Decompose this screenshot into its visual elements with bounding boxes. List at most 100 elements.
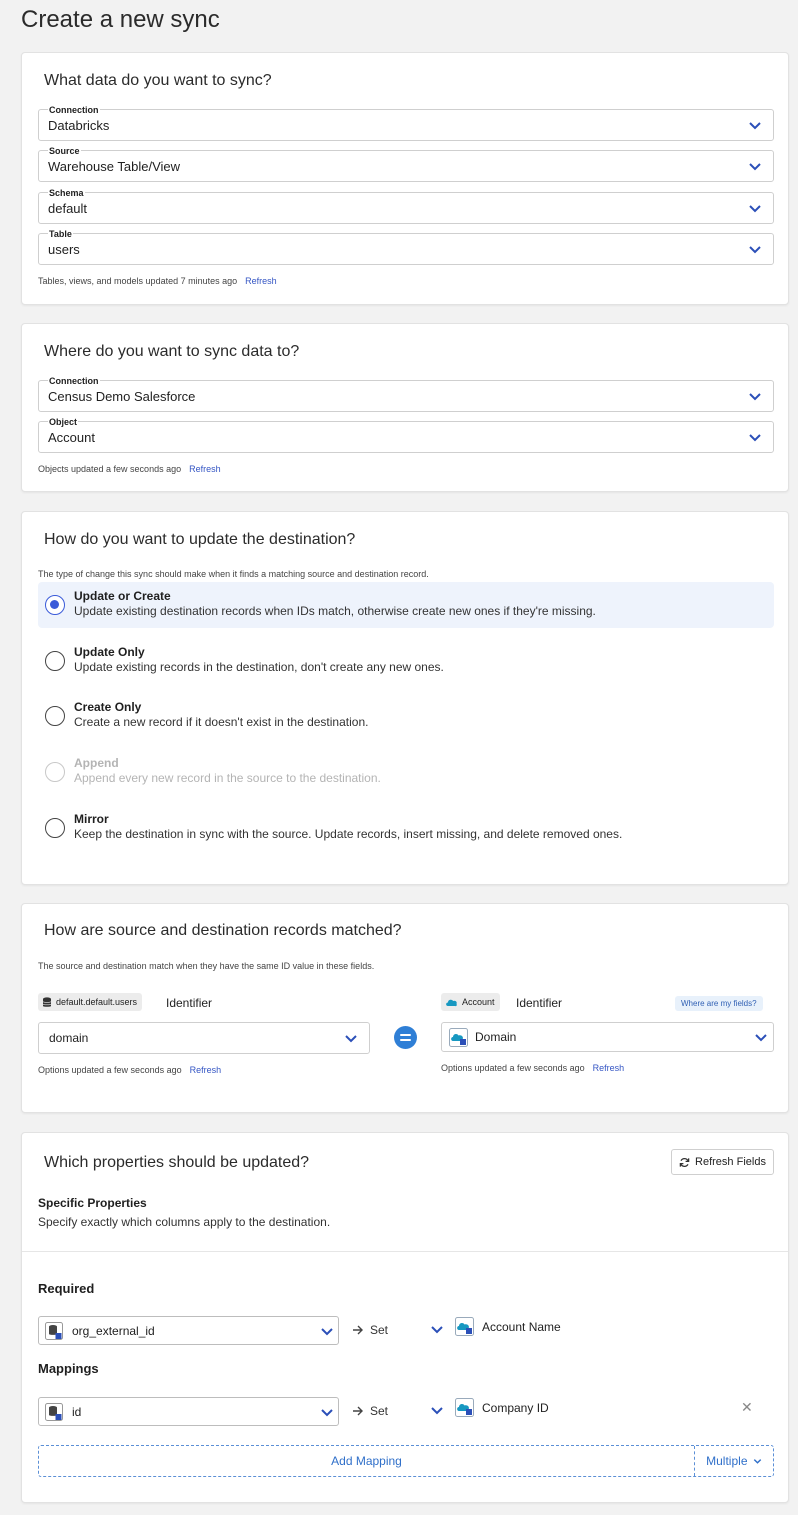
salesforce-field-icon	[455, 1317, 474, 1336]
card-title: How are source and destination records m…	[44, 922, 402, 939]
meta-text: Options updated a few seconds ago	[38, 1065, 182, 1075]
mapping-source-select[interactable]: id	[38, 1397, 339, 1426]
dest-connection-select[interactable]: Connection Census Demo Salesforce	[38, 376, 774, 412]
source-card: What data do you want to sync? Connectio…	[21, 52, 789, 305]
refresh-fields-button[interactable]: Refresh Fields	[671, 1149, 774, 1175]
dest-options-meta: Options updated a few seconds ago Refresh	[441, 1063, 624, 1073]
page-title: Create a new sync	[21, 6, 220, 33]
field-value: Census Demo Salesforce	[48, 389, 196, 404]
chevron-down-icon[interactable]	[430, 1325, 444, 1335]
option-create-only[interactable]: Create Only Create a new record if it do…	[38, 693, 774, 739]
salesforce-cloud-icon	[446, 999, 457, 1006]
multiple-dropdown-button[interactable]: Multiple	[695, 1446, 773, 1476]
set-operation: Set	[352, 1323, 388, 1337]
column-icon	[45, 1403, 63, 1421]
radio[interactable]	[45, 818, 65, 838]
option-title: Append	[74, 756, 119, 770]
option-desc: Update existing destination records when…	[74, 604, 596, 618]
option-desc: Append every new record in the source to…	[74, 771, 381, 785]
chevron-down-icon	[753, 1459, 762, 1464]
source-model-tag: default.default.users	[38, 993, 143, 1011]
button-label: Multiple	[706, 1454, 748, 1468]
dest-object-tag: Account	[441, 993, 500, 1011]
table-select[interactable]: Table users	[38, 229, 774, 265]
chevron-down-icon	[344, 1034, 358, 1044]
card-title: Where do you want to sync data to?	[44, 343, 300, 360]
field-value: domain	[49, 1031, 89, 1045]
option-append: Append Append every new record in the so…	[38, 749, 774, 795]
refresh-link[interactable]: Refresh	[189, 464, 221, 474]
arrow-right-icon	[353, 1325, 363, 1335]
button-label: Refresh Fields	[695, 1156, 766, 1168]
required-destination-field: Account Name	[455, 1317, 561, 1336]
refresh-icon	[679, 1157, 690, 1167]
option-update-or-create[interactable]: Update or Create Update existing destina…	[38, 582, 774, 628]
field-label: Source	[48, 146, 81, 156]
source-type-select[interactable]: Source Warehouse Table/View	[38, 146, 774, 182]
option-title: Update or Create	[74, 589, 171, 603]
source-identifier-select[interactable]: domain	[38, 1022, 370, 1054]
salesforce-field-icon	[449, 1028, 468, 1047]
set-operation: Set	[352, 1404, 388, 1418]
divider	[22, 1251, 788, 1252]
column-icon	[45, 1322, 63, 1340]
option-title: Create Only	[74, 700, 142, 714]
field-label: Connection	[48, 376, 100, 386]
equals-icon	[394, 1026, 417, 1049]
tag-text: default.default.users	[56, 997, 138, 1007]
schema-select[interactable]: Schema default	[38, 188, 774, 224]
dest-identifier-select[interactable]: Domain	[441, 1022, 774, 1052]
option-desc: Update existing records in the destinati…	[74, 660, 444, 674]
option-title: Mirror	[74, 812, 109, 826]
radio[interactable]	[45, 651, 65, 671]
chevron-down-icon	[748, 204, 762, 214]
source-updated-meta: Tables, views, and models updated 7 minu…	[38, 276, 277, 286]
source-connection-select[interactable]: Connection Databricks	[38, 105, 774, 141]
arrow-right-icon	[353, 1406, 363, 1416]
radio-selected[interactable]	[45, 595, 65, 615]
radio[interactable]	[45, 706, 65, 726]
remove-mapping-close-icon[interactable]: ✕	[741, 1399, 753, 1416]
chevron-down-icon	[748, 392, 762, 402]
option-update-only[interactable]: Update Only Update existing records in t…	[38, 638, 774, 684]
chevron-down-icon[interactable]	[430, 1406, 444, 1416]
field-label: Object	[48, 417, 79, 427]
meta-text: Options updated a few seconds ago	[441, 1063, 585, 1073]
operation-label: Set	[370, 1404, 389, 1418]
salesforce-field-icon	[455, 1398, 474, 1417]
object-select[interactable]: Object Account	[38, 417, 774, 453]
card-title: Which properties should be updated?	[44, 1154, 310, 1171]
card-title: What data do you want to sync?	[44, 72, 272, 89]
add-mapping-bar: Add Mapping Multiple	[38, 1445, 774, 1477]
destination-field-name: Account Name	[482, 1319, 561, 1334]
required-source-select[interactable]: org_external_id	[38, 1316, 339, 1345]
chevron-down-icon	[320, 1327, 334, 1337]
option-desc: Keep the destination in sync with the so…	[74, 827, 623, 841]
refresh-link[interactable]: Refresh	[593, 1063, 625, 1073]
source-identifier-label: Identifier	[166, 996, 213, 1010]
destination-field-name: Company ID	[482, 1400, 549, 1415]
field-value: users	[48, 242, 80, 257]
radio-disabled	[45, 762, 65, 782]
refresh-link[interactable]: Refresh	[245, 276, 277, 286]
field-label: Connection	[48, 105, 100, 115]
mappings-label: Mappings	[38, 1361, 99, 1376]
properties-card: Which properties should be updated? Refr…	[21, 1132, 789, 1503]
chevron-down-icon	[748, 121, 762, 131]
matching-hint: The source and destination match when th…	[38, 961, 375, 971]
option-mirror[interactable]: Mirror Keep the destination in sync with…	[38, 805, 774, 851]
sync-behavior-card: How do you want to update the destinatio…	[21, 511, 789, 885]
required-label: Required	[38, 1281, 95, 1296]
field-value: default	[48, 201, 88, 216]
where-are-my-fields-link[interactable]: Where are my fields?	[675, 996, 763, 1011]
add-mapping-button[interactable]: Add Mapping	[39, 1446, 695, 1476]
chevron-down-icon	[754, 1033, 768, 1043]
tag-text: Account	[462, 997, 495, 1007]
field-value: Account	[48, 430, 95, 445]
card-title: How do you want to update the destinatio…	[44, 531, 356, 548]
refresh-link[interactable]: Refresh	[190, 1065, 222, 1075]
behavior-hint: The type of change this sync should make…	[38, 569, 429, 579]
destination-card: Where do you want to sync data to? Conne…	[21, 323, 789, 492]
chevron-down-icon	[320, 1408, 334, 1418]
specific-properties-title: Specific Properties	[38, 1196, 147, 1210]
